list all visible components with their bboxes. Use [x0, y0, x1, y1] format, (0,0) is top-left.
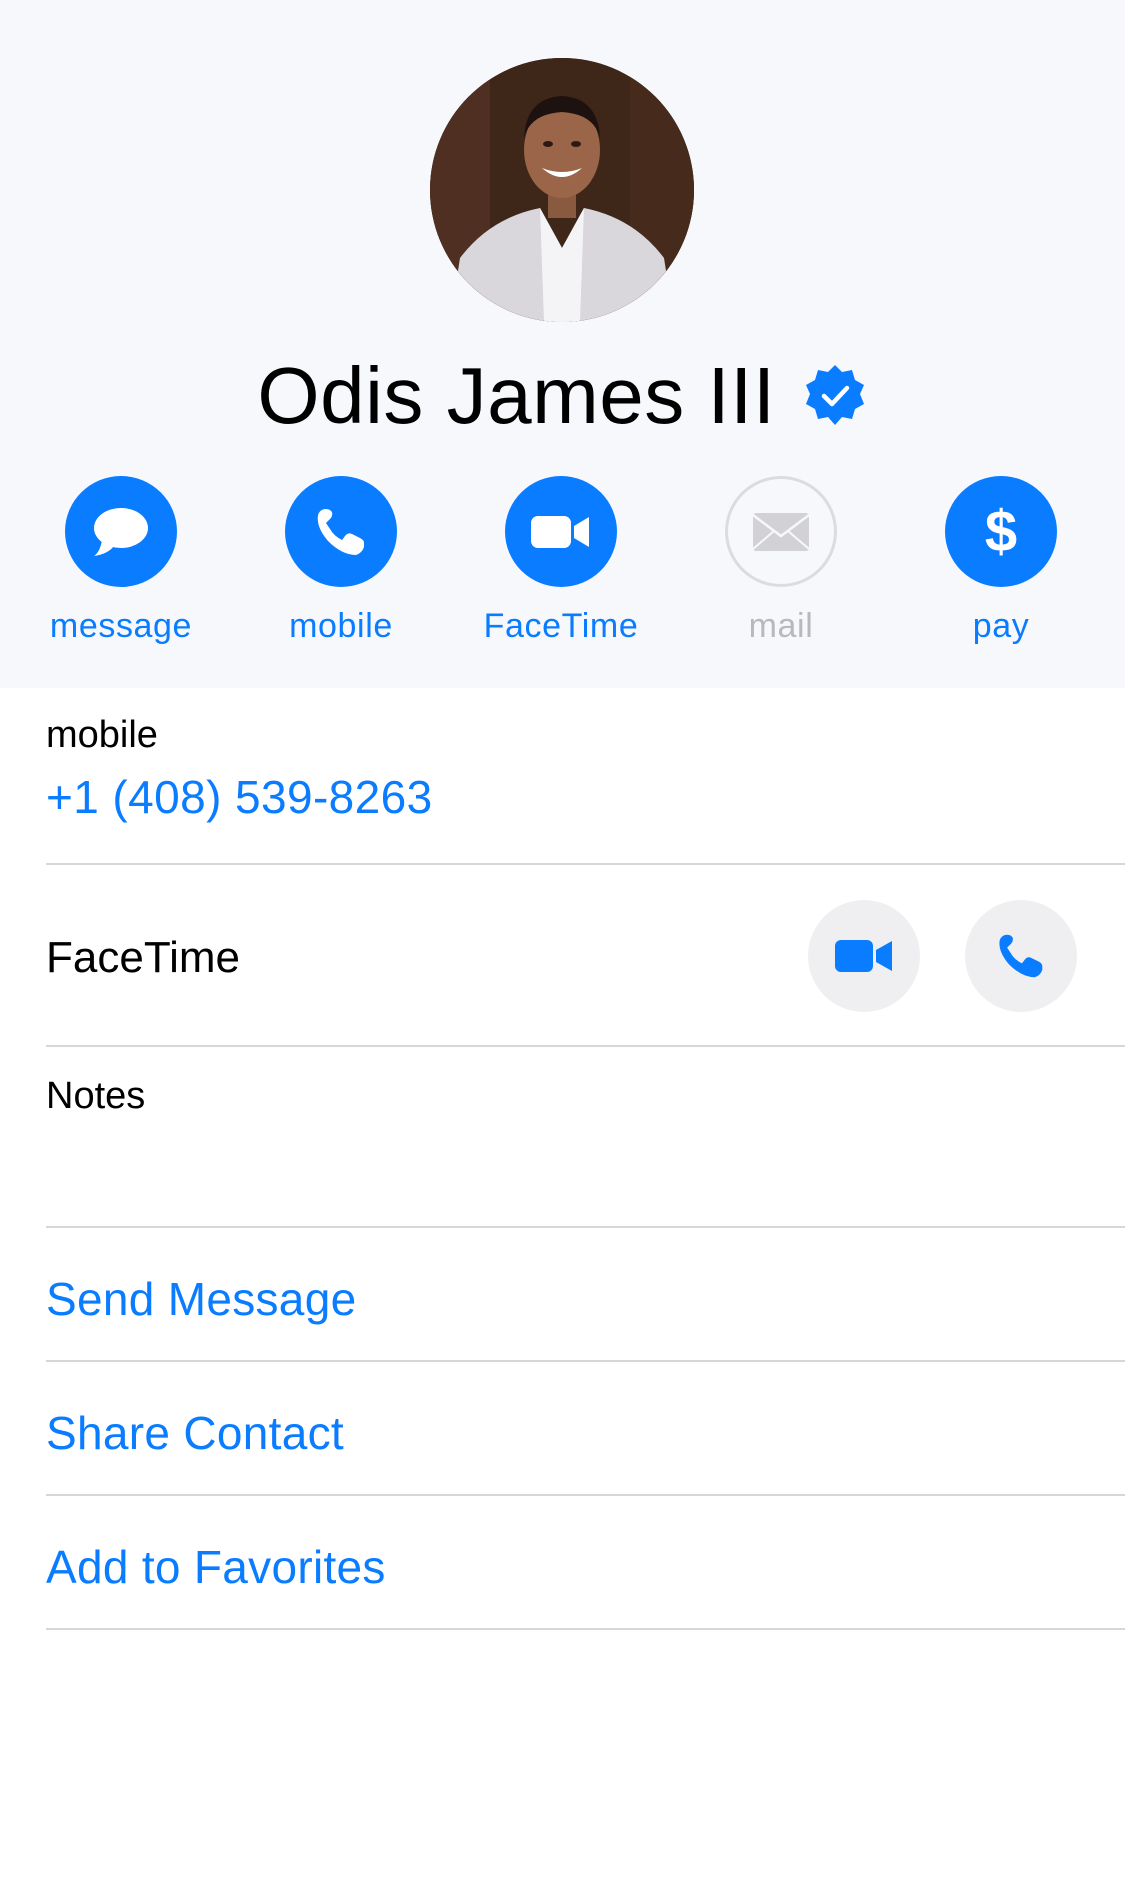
- message-action-button[interactable]: message: [11, 476, 231, 646]
- mobile-action-button[interactable]: mobile: [231, 476, 451, 646]
- contact-avatar: [430, 58, 694, 322]
- envelope-icon: [752, 512, 810, 551]
- mobile-action-label: mobile: [289, 607, 393, 645]
- send-message-link[interactable]: Send Message: [46, 1272, 356, 1326]
- share-contact-link[interactable]: Share Contact: [46, 1406, 344, 1460]
- add-favorites-row[interactable]: Add to Favorites: [46, 1498, 1125, 1630]
- pay-action-button[interactable]: $ pay: [891, 476, 1111, 646]
- verified-badge-icon: [805, 365, 864, 425]
- mail-action-label: mail: [748, 607, 814, 645]
- mail-action-circle[interactable]: [725, 476, 837, 587]
- contact-header: Odis James III message mobile FaceTime m…: [0, 0, 1125, 688]
- facetime-action-circle[interactable]: [505, 476, 617, 587]
- mail-action-button[interactable]: mail: [671, 476, 891, 646]
- quick-actions: message mobile FaceTime mail $ pay: [0, 476, 1125, 646]
- pay-action-circle[interactable]: $: [945, 476, 1057, 587]
- facetime-video-button[interactable]: [808, 900, 920, 1012]
- avatar-photo: [430, 58, 694, 322]
- send-message-row[interactable]: Send Message: [46, 1230, 1125, 1362]
- phone-icon: [999, 934, 1043, 978]
- pay-action-label: pay: [972, 607, 1030, 645]
- dollar-icon: $: [985, 501, 1017, 563]
- share-contact-row[interactable]: Share Contact: [46, 1364, 1125, 1496]
- svg-text:$: $: [985, 501, 1017, 563]
- phone-number-link[interactable]: +1 (408) 539-8263: [46, 770, 433, 824]
- facetime-action-label: FaceTime: [483, 607, 639, 645]
- contact-name-row: Odis James III: [0, 348, 1125, 444]
- message-bubble-icon: [94, 507, 148, 556]
- contact-name: Odis James III: [257, 351, 776, 440]
- notes-label: Notes: [46, 1075, 146, 1117]
- phone-icon: [317, 508, 364, 555]
- message-action-label: message: [49, 607, 193, 645]
- add-favorites-link[interactable]: Add to Favorites: [46, 1540, 386, 1594]
- phone-row[interactable]: mobile +1 (408) 539-8263: [46, 688, 1125, 865]
- facetime-audio-button[interactable]: [965, 900, 1077, 1012]
- video-camera-icon: [531, 515, 589, 548]
- notes-row[interactable]: Notes: [46, 1049, 1125, 1228]
- facetime-row-label: FaceTime: [46, 933, 240, 982]
- video-camera-icon: [835, 940, 892, 972]
- phone-type-label: mobile: [46, 714, 158, 756]
- facetime-row: FaceTime: [46, 867, 1125, 1047]
- facetime-action-button[interactable]: FaceTime: [451, 476, 671, 646]
- message-action-circle[interactable]: [65, 476, 177, 587]
- mobile-action-circle[interactable]: [285, 476, 397, 587]
